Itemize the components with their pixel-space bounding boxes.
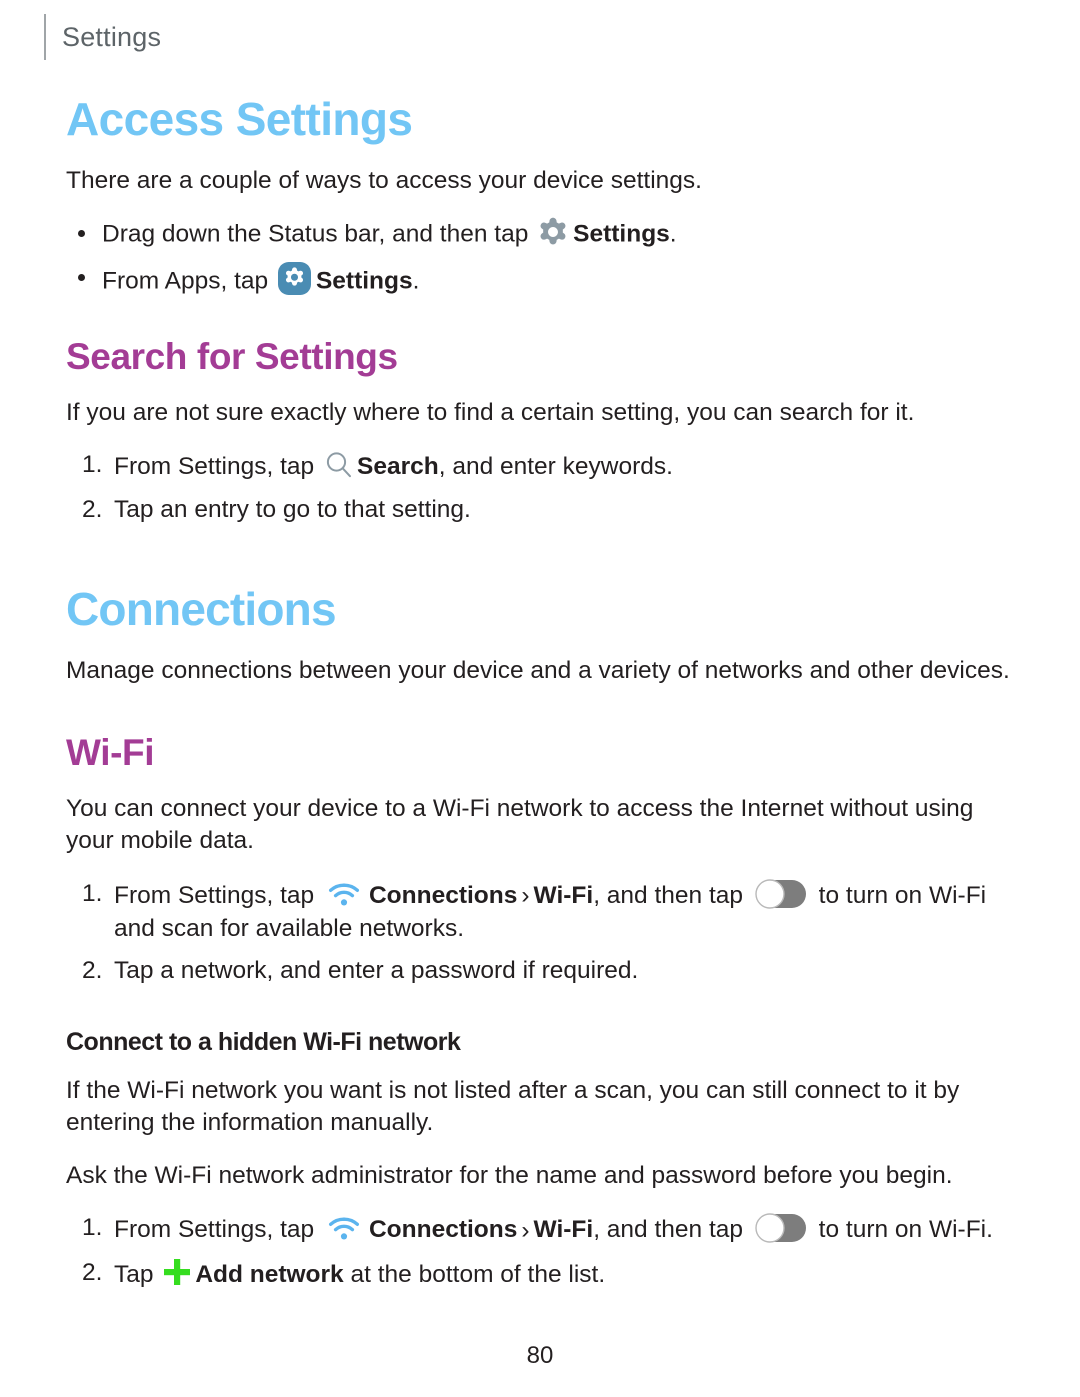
step-text-mid: , and then tap bbox=[593, 1216, 750, 1244]
list-item: 2. Tap a network, and enter a password if… bbox=[66, 955, 1014, 988]
connections-wifi-icon bbox=[326, 1212, 362, 1242]
step-bold-label: Search bbox=[356, 453, 439, 481]
section-title-search-for-settings: Search for Settings bbox=[66, 335, 398, 377]
search-for-settings-step-list: 1. From Settings, tap Search, and enter k… bbox=[66, 449, 1014, 526]
search-for-settings-intro: If you are not sure exactly where to fin… bbox=[66, 398, 915, 426]
bullet-dot bbox=[78, 274, 85, 282]
wifi-intro: You can connect your device to a Wi-Fi n… bbox=[66, 794, 974, 855]
bullet-dot bbox=[78, 230, 85, 238]
section-title-connections: Connections bbox=[66, 583, 337, 636]
chevron-right-icon: › bbox=[521, 881, 530, 909]
step-number: 2. bbox=[82, 957, 103, 985]
page-number: 80 bbox=[526, 1342, 554, 1369]
list-item: Drag down the Status bar, and then tap S… bbox=[66, 217, 1014, 251]
bullet-text-pre: Drag down the Status bar, and then tap bbox=[102, 221, 536, 249]
hidden-wifi-step-list: 1. From Settings, tap Connections › Wi-Fi, … bbox=[66, 1212, 1014, 1291]
step-text-post: at the bottom of the list. bbox=[343, 1261, 606, 1289]
list-item: 2. Tap Add network at the bottom of the l… bbox=[66, 1257, 1014, 1292]
connections-intro: Manage connections between your device a… bbox=[66, 657, 1010, 685]
list-item: 2. Tap an entry to go to that setting. bbox=[66, 494, 1014, 527]
wifi-step-list: 1. From Settings, tap Connections › Wi-Fi, … bbox=[66, 878, 1014, 988]
page-content: Access Settings There are a couple of wa… bbox=[66, 96, 1014, 1306]
connections-wifi-icon bbox=[326, 878, 362, 908]
step-text-post: to turn on Wi-Fi. bbox=[811, 1216, 993, 1244]
chevron-right-icon: › bbox=[521, 1216, 530, 1244]
toggle-off-icon bbox=[755, 1213, 807, 1244]
hidden-wifi-intro: If the Wi-Fi network you want is not lis… bbox=[66, 1076, 960, 1137]
plus-icon bbox=[162, 1257, 192, 1287]
header-divider-rule bbox=[44, 14, 46, 60]
list-item: From Apps, tap Settings. bbox=[66, 261, 1014, 298]
list-item: 1. From Settings, tap Search, and enter k… bbox=[66, 449, 1014, 484]
step-number: 1. bbox=[82, 879, 103, 907]
running-header-label: Settings bbox=[62, 22, 162, 52]
step-bold-label: Add network bbox=[195, 1261, 344, 1289]
bullet-text-post: . bbox=[412, 267, 420, 295]
hidden-wifi-note: Ask the Wi-Fi network administrator for … bbox=[66, 1161, 953, 1189]
section-title-hidden-wifi: Connect to a hidden Wi-Fi network bbox=[66, 1027, 461, 1056]
step-text-pre: From Settings, tap bbox=[114, 453, 321, 481]
bullet-text-pre: From Apps, tap bbox=[102, 267, 275, 295]
gear-icon bbox=[538, 217, 568, 247]
manual-page: Settings Access Settings There are a cou… bbox=[0, 0, 1080, 1397]
step-bold-label-2: Wi-Fi bbox=[533, 1216, 594, 1244]
bullet-bold-label: Settings bbox=[573, 221, 670, 249]
list-item: 1. From Settings, tap Connections › Wi-Fi, … bbox=[66, 1212, 1014, 1247]
step-text-post: , and enter keywords. bbox=[438, 453, 673, 481]
step-bold-label-2: Wi-Fi bbox=[533, 881, 594, 909]
access-settings-bullet-list: Drag down the Status bar, and then tap S… bbox=[66, 217, 1014, 297]
section-title-wifi: Wi-Fi bbox=[66, 731, 155, 773]
running-header: Settings bbox=[44, 14, 161, 60]
step-text-pre: From Settings, tap bbox=[114, 1216, 321, 1244]
step-bold-label: Connections bbox=[368, 1216, 518, 1244]
step-number: 2. bbox=[82, 495, 103, 523]
step-text-pre: Tap bbox=[114, 1261, 161, 1289]
step-number: 1. bbox=[82, 1214, 103, 1242]
step-text-pre: From Settings, tap bbox=[114, 881, 321, 909]
step-text-mid: , and then tap bbox=[593, 881, 750, 909]
section-title-access-settings: Access Settings bbox=[66, 93, 413, 145]
step-text-pre: Tap a network, and enter a password if r… bbox=[114, 957, 639, 985]
list-item: 1. From Settings, tap Connections › Wi-Fi, … bbox=[66, 878, 1014, 945]
bullet-bold-label: Settings bbox=[315, 267, 413, 295]
step-text-pre: Tap an entry to go to that setting. bbox=[114, 495, 471, 523]
toggle-off-icon bbox=[755, 879, 807, 909]
bullet-text-post: . bbox=[669, 221, 677, 249]
settings-app-icon bbox=[277, 261, 311, 295]
access-settings-intro: There are a couple of ways to access you… bbox=[66, 166, 702, 194]
search-icon bbox=[323, 449, 355, 481]
step-number: 2. bbox=[82, 1259, 103, 1287]
step-number: 1. bbox=[82, 451, 103, 479]
step-bold-label: Connections bbox=[368, 881, 518, 909]
